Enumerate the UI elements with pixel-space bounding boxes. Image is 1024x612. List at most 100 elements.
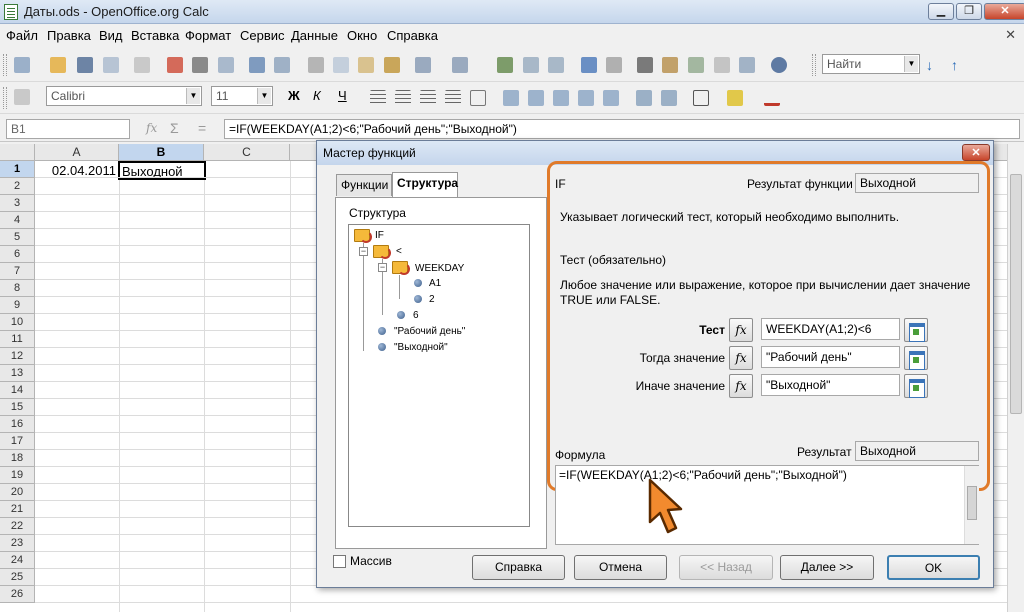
cut-icon[interactable] <box>308 57 324 73</box>
help-button[interactable]: Справка <box>472 555 565 580</box>
row-header[interactable]: 22 <box>0 518 35 535</box>
tree-node-6[interactable]: 6 <box>413 310 419 321</box>
chevron-down-icon[interactable]: ▼ <box>904 56 918 72</box>
tree-node-2[interactable]: 2 <box>429 294 435 305</box>
tree-node-less-than[interactable]: < <box>396 246 402 257</box>
menu-data[interactable]: Данные <box>291 28 338 43</box>
row-header[interactable]: 12 <box>0 348 35 365</box>
save-icon[interactable] <box>77 57 93 73</box>
help-icon[interactable] <box>771 57 787 73</box>
row-header[interactable]: 3 <box>0 195 35 212</box>
pivot-table-icon[interactable] <box>606 57 622 73</box>
justify-icon[interactable] <box>445 90 461 106</box>
percent-format-icon[interactable] <box>528 90 544 106</box>
undo-icon[interactable] <box>415 57 431 73</box>
row-header[interactable]: 24 <box>0 552 35 569</box>
formula-input[interactable]: =IF(WEEKDAY(A1;2)<6;"Рабочий день";"Выхо… <box>224 119 1020 139</box>
arg-test-shrink-button[interactable] <box>904 318 928 342</box>
arg-else-fx-button[interactable]: fx <box>729 374 753 398</box>
back-button[interactable]: << Назад <box>679 555 773 580</box>
collapse-icon[interactable]: − <box>359 247 368 256</box>
menu-help[interactable]: Справка <box>387 28 438 43</box>
sort-descending-icon[interactable] <box>548 57 564 73</box>
row-header[interactable]: 18 <box>0 450 35 467</box>
row-header[interactable]: 21 <box>0 501 35 518</box>
italic-button[interactable]: К <box>313 88 321 103</box>
tree-node-weekend[interactable]: "Выходной" <box>394 342 448 353</box>
hyperlink-icon[interactable] <box>497 57 513 73</box>
row-header[interactable]: 19 <box>0 467 35 484</box>
vertical-scrollbar[interactable] <box>1007 144 1024 612</box>
array-checkbox[interactable] <box>333 555 346 568</box>
format-paintbrush-icon[interactable] <box>384 57 400 73</box>
collapse-icon[interactable]: − <box>378 263 387 272</box>
sum-icon[interactable]: Σ <box>170 120 179 136</box>
font-size-combo[interactable]: 11 ▼ <box>211 86 273 106</box>
ok-button[interactable]: OK <box>887 555 980 580</box>
arg-else-shrink-button[interactable] <box>904 374 928 398</box>
row-header[interactable]: 26 <box>0 586 35 603</box>
copy-icon[interactable] <box>333 57 349 73</box>
toolbar-grip[interactable] <box>3 54 7 76</box>
menu-window[interactable]: Окно <box>347 28 377 43</box>
find-next-icon[interactable]: ↓ <box>926 57 933 73</box>
row-header[interactable]: 2 <box>0 178 35 195</box>
autospell-icon[interactable] <box>274 57 290 73</box>
merge-cells-icon[interactable] <box>470 90 486 106</box>
chart-icon[interactable] <box>581 57 597 73</box>
standard-format-icon[interactable] <box>553 90 569 106</box>
row-header[interactable]: 7 <box>0 263 35 280</box>
menu-format[interactable]: Формат <box>185 28 231 43</box>
sort-ascending-icon[interactable] <box>523 57 539 73</box>
row-header[interactable]: 1 <box>0 161 35 178</box>
row-header[interactable]: 20 <box>0 484 35 501</box>
zoom-icon[interactable] <box>739 57 755 73</box>
row-header[interactable]: 5 <box>0 229 35 246</box>
underline-button[interactable]: Ч <box>338 88 347 103</box>
align-right-icon[interactable] <box>420 90 436 106</box>
row-header[interactable]: 9 <box>0 297 35 314</box>
export-pdf-icon[interactable] <box>167 57 183 73</box>
arg-else-input[interactable]: "Выходной" <box>761 374 900 396</box>
column-header-b[interactable]: B <box>119 144 204 161</box>
navigator-icon[interactable] <box>662 57 678 73</box>
row-header[interactable]: 6 <box>0 246 35 263</box>
borders-icon[interactable] <box>693 90 709 106</box>
spellcheck-icon[interactable] <box>249 57 265 73</box>
scrollbar-thumb[interactable] <box>1010 174 1022 414</box>
row-header[interactable]: 23 <box>0 535 35 552</box>
row-header[interactable]: 14 <box>0 382 35 399</box>
decrease-indent-icon[interactable] <box>636 90 652 106</box>
chevron-down-icon[interactable]: ▼ <box>257 88 271 104</box>
formula-scrollbar[interactable] <box>964 466 979 544</box>
column-header-a[interactable]: A <box>35 144 119 161</box>
open-icon[interactable] <box>50 57 66 73</box>
maximize-button[interactable]: ❐ <box>956 3 982 20</box>
add-decimal-icon[interactable] <box>578 90 594 106</box>
tree-node-weekday[interactable]: WEEKDAY <box>415 263 464 274</box>
edit-file-icon[interactable] <box>134 57 150 73</box>
email-icon[interactable] <box>103 57 119 73</box>
menu-edit[interactable]: Правка <box>47 28 91 43</box>
background-color-icon[interactable] <box>727 90 743 106</box>
tab-structure[interactable]: Структура <box>392 172 458 197</box>
row-header[interactable]: 8 <box>0 280 35 297</box>
row-header[interactable]: 16 <box>0 416 35 433</box>
paste-icon[interactable] <box>358 57 374 73</box>
arg-then-input[interactable]: "Рабочий день" <box>761 346 900 368</box>
formula-textarea[interactable]: =IF(WEEKDAY(A1;2)<6;"Рабочий день";"Выхо… <box>555 465 979 545</box>
gallery-icon[interactable] <box>688 57 704 73</box>
tree-node-if[interactable]: IF <box>375 230 384 241</box>
currency-format-icon[interactable] <box>503 90 519 106</box>
increase-indent-icon[interactable] <box>661 90 677 106</box>
align-center-icon[interactable] <box>395 90 411 106</box>
tree-node-workday[interactable]: "Рабочий день" <box>394 326 465 337</box>
row-header[interactable]: 4 <box>0 212 35 229</box>
arg-then-shrink-button[interactable] <box>904 346 928 370</box>
find-input[interactable]: Найти ▼ <box>822 54 920 74</box>
find-previous-icon[interactable]: ↑ <box>951 57 958 73</box>
tree-node-a1[interactable]: A1 <box>429 278 441 289</box>
menu-insert[interactable]: Вставка <box>131 28 179 43</box>
arg-then-fx-button[interactable]: fx <box>729 346 753 370</box>
row-header[interactable]: 25 <box>0 569 35 586</box>
